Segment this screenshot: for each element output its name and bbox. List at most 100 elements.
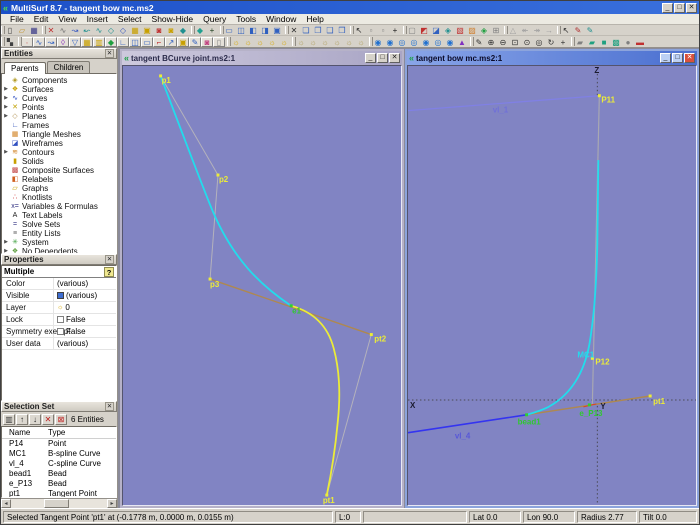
property-value[interactable]: ☼ 0 xyxy=(54,302,116,313)
open-file-icon[interactable]: ▱ xyxy=(16,25,28,35)
property-value[interactable]: (various) xyxy=(54,278,116,289)
render-all-icon[interactable]: ◙ xyxy=(165,25,177,35)
measure-flag-icon[interactable]: ▚ xyxy=(4,36,16,47)
viewport-right-titlebar[interactable]: « tangent bow mc.ms2:1 _ □ ✕ xyxy=(407,51,697,65)
child-restore-button[interactable]: □ xyxy=(377,53,388,63)
expander-icon[interactable]: ▶ xyxy=(2,103,10,112)
entities-tree-item-composite-surfaces[interactable]: ▩ Composite Surfaces xyxy=(2,166,116,175)
menu-item-query[interactable]: Query xyxy=(198,14,231,25)
child-close-button[interactable]: ✕ xyxy=(684,53,695,63)
create-list-icon[interactable]: ▯ xyxy=(213,36,225,47)
delete-entity-icon[interactable]: ✕ xyxy=(45,25,57,35)
measure-back-icon[interactable]: ↞ xyxy=(519,25,531,35)
expander-icon[interactable]: ▶ xyxy=(2,94,10,103)
selection-clear-icon[interactable]: ⊠ xyxy=(55,413,67,425)
property-row-lock[interactable]: Lock False xyxy=(2,314,116,326)
view-iso-icon[interactable]: ◉ xyxy=(444,36,456,47)
entities-tree-item-contours[interactable]: ▶ ≋ Contours xyxy=(2,148,116,157)
checkbox-icon[interactable] xyxy=(57,316,64,323)
expander-icon[interactable]: ▶ xyxy=(2,247,10,253)
selection-columns-icon[interactable]: ▥ xyxy=(3,413,15,425)
expander-icon[interactable]: ▶ xyxy=(2,238,10,247)
probe-pen-icon[interactable]: ✎ xyxy=(473,36,485,47)
show-set-icon[interactable]: ☼ xyxy=(278,36,290,47)
render-view-icon[interactable]: ◙ xyxy=(153,25,165,35)
rotate-view-icon[interactable]: ↻ xyxy=(545,36,557,47)
tab-parents[interactable]: Parents xyxy=(4,62,46,74)
entities-tree-item-no-dependents[interactable]: ▶ ❖ No Dependents xyxy=(2,247,116,253)
child-minimize-button[interactable]: _ xyxy=(660,53,671,63)
viewport-window-left[interactable]: « tangent BCurve joint.ms2:1 _ □ ✕ p1 p2 p3 e… xyxy=(120,49,404,508)
entities-tree-item-wireframes[interactable]: ◪ Wireframes xyxy=(2,139,116,148)
show-children-icon[interactable]: ☼ xyxy=(254,36,266,47)
point-marker-pt1[interactable] xyxy=(648,394,652,398)
create-point-icon[interactable]: ∙ xyxy=(21,36,33,47)
selection-move-down-icon[interactable]: ↓ xyxy=(29,413,41,425)
add-entity-icon[interactable]: + xyxy=(206,25,218,35)
viewport-left-canvas[interactable]: p1 p2 p3 e1 pt2 pt1 xyxy=(122,65,402,506)
create-contour-icon[interactable]: ▭ xyxy=(141,36,153,47)
create-plane-icon[interactable]: ▽ xyxy=(69,36,81,47)
display-grid-icon[interactable]: ⊞ xyxy=(490,25,502,35)
property-value[interactable]: (various) xyxy=(54,290,116,301)
child-close-button[interactable]: ✕ xyxy=(389,53,400,63)
solid-mode-icon[interactable]: ■ xyxy=(598,36,610,47)
scroll-thumb[interactable] xyxy=(43,499,69,508)
entities-tree-item-surfaces[interactable]: ▶ ❖ Surfaces xyxy=(2,85,116,94)
expander-icon[interactable]: ▶ xyxy=(2,85,10,94)
insert-surface-icon[interactable]: ◇ xyxy=(105,25,117,35)
hide-parents-icon[interactable]: ☼ xyxy=(307,36,319,47)
point-marker-pt2[interactable] xyxy=(369,333,373,337)
entities-tree-item-text-labels[interactable]: A Text Labels xyxy=(2,211,116,220)
query-pen-teal-icon[interactable]: ✎ xyxy=(584,25,596,35)
tab-children[interactable]: Children xyxy=(46,61,91,73)
selection-close-icon[interactable]: ✕ xyxy=(105,402,114,411)
selection-row-bead1[interactable]: bead1 Bead xyxy=(2,469,116,479)
full-window-icon[interactable]: ▣ xyxy=(271,25,283,35)
edge-mode-icon[interactable]: ▬ xyxy=(634,36,646,47)
hide-all-icon[interactable]: ☼ xyxy=(331,36,343,47)
property-row-color[interactable]: Color (various) xyxy=(2,278,116,290)
two-windows-icon[interactable]: ◫ xyxy=(235,25,247,35)
create-formula-icon[interactable]: ✎ xyxy=(189,36,201,47)
entities-tree-item-solve-sets[interactable]: = Solve Sets xyxy=(2,220,116,229)
zoom-window-icon[interactable]: ⊡ xyxy=(509,36,521,47)
magnet-tool-icon[interactable]: ◆ xyxy=(177,25,189,35)
property-value[interactable]: (various) xyxy=(54,338,116,349)
menu-item-edit[interactable]: Edit xyxy=(29,14,54,25)
menu-item-tools[interactable]: Tools xyxy=(231,14,261,25)
view-top-icon[interactable]: ◉ xyxy=(420,36,432,47)
view-back-icon[interactable]: ◉ xyxy=(384,36,396,47)
minimize-button[interactable]: _ xyxy=(662,2,673,13)
arrange-windows-icon[interactable]: ❒ xyxy=(336,25,348,35)
hide-set-icon[interactable]: ☼ xyxy=(343,36,355,47)
insert-point-icon[interactable]: ◆ xyxy=(194,25,206,35)
zoom-out-icon[interactable]: ⊖ xyxy=(497,36,509,47)
selection-row-pt1[interactable]: pt1 Tangent Point xyxy=(2,489,116,497)
create-curve-icon[interactable]: ∿ xyxy=(33,36,45,47)
selection-move-up-icon[interactable]: ↑ xyxy=(16,413,28,425)
query-pointer-icon[interactable]: ↖ xyxy=(560,25,572,35)
entities-tree-item-solids[interactable]: ▮ Solids xyxy=(2,157,116,166)
menu-item-select[interactable]: Select xyxy=(113,14,147,25)
measure-angle-icon[interactable]: △ xyxy=(507,25,519,35)
four-windows-icon[interactable]: ◨ xyxy=(259,25,271,35)
create-magnet-icon[interactable]: ◊ xyxy=(57,36,69,47)
entities-tree-item-points[interactable]: ▶ ✕ Points xyxy=(2,103,116,112)
selection-row-e-p13[interactable]: e_P13 Bead xyxy=(2,479,116,489)
entities-tree-item-triangle-meshes[interactable]: ▦ Triangle Meshes xyxy=(2,130,116,139)
hide-others-icon[interactable]: ☼ xyxy=(355,36,367,47)
mc1-curve[interactable] xyxy=(526,160,600,416)
checkbox-icon[interactable] xyxy=(57,328,64,335)
selection-remove-icon[interactable]: ✕ xyxy=(42,413,54,425)
show-entity-icon[interactable]: ☼ xyxy=(230,36,242,47)
entities-tree-item-variables-formulas[interactable]: x= Variables & Formulas xyxy=(2,202,116,211)
display-curves-icon[interactable]: ◪ xyxy=(430,25,442,35)
entities-tree-item-system[interactable]: ▶ ✳ System xyxy=(2,238,116,247)
selection-row-p14[interactable]: P14 Point xyxy=(2,439,116,449)
measure-forward-icon[interactable]: ↠ xyxy=(531,25,543,35)
close-window-icon[interactable]: ✕ xyxy=(288,25,300,35)
tile-vertical-icon[interactable]: ❑ xyxy=(324,25,336,35)
viewport-right-canvas[interactable]: Z P11 vl_1 MC1 P12 X Ypt1 e_P13 bead1 vl_4 xyxy=(407,65,697,506)
insert-curve-icon[interactable]: ∿ xyxy=(93,25,105,35)
